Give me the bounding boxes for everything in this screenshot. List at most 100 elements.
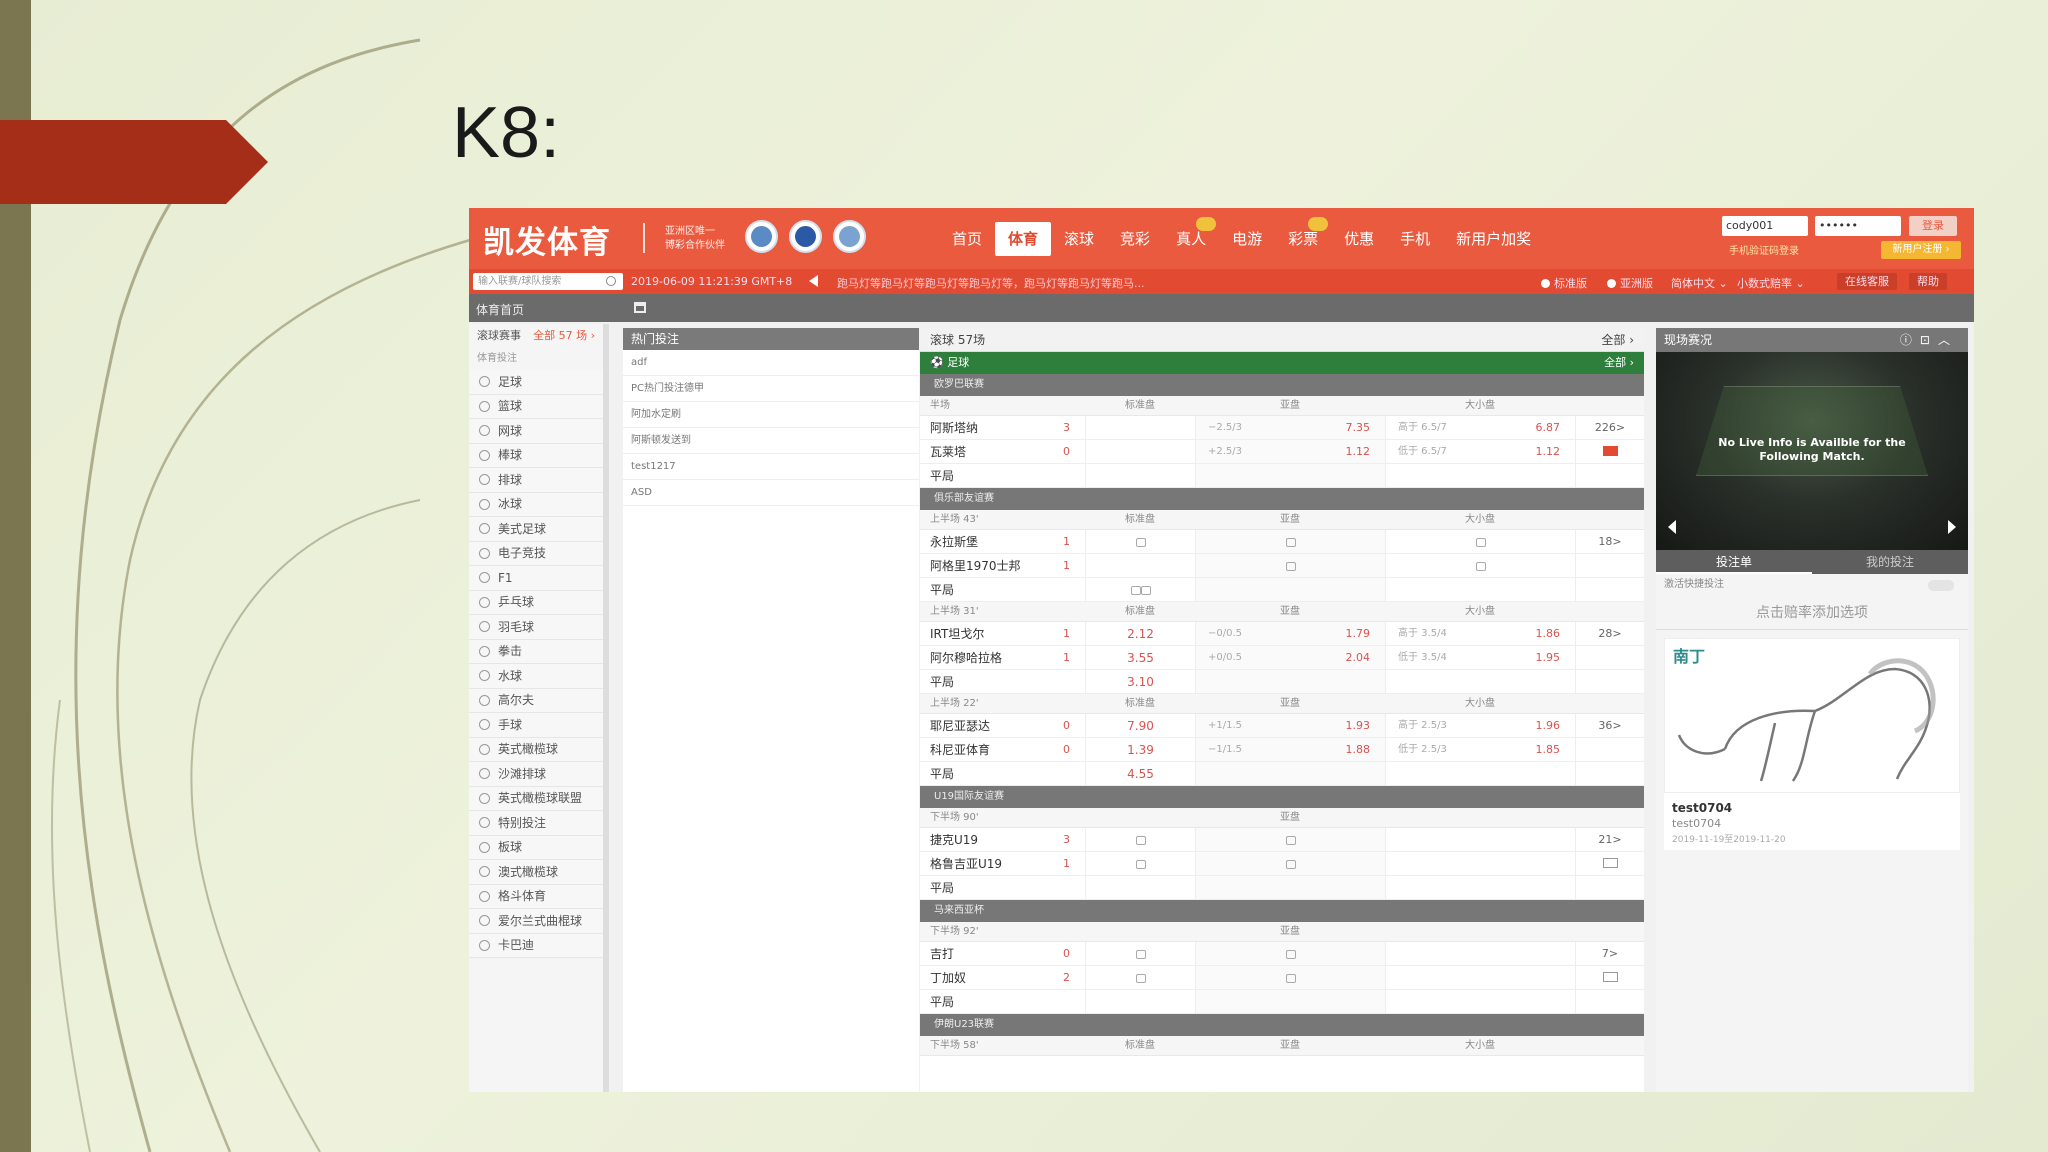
odds-over-under[interactable] xyxy=(1385,990,1575,1013)
odds-1x2[interactable] xyxy=(1085,530,1195,553)
odds-1x2[interactable] xyxy=(1085,828,1195,851)
hot-bet-item[interactable]: adf xyxy=(623,350,919,376)
sidebar-item-sport[interactable]: 美式足球 xyxy=(469,517,603,542)
odds-over-under[interactable] xyxy=(1385,852,1575,875)
more-markets[interactable]: 28> xyxy=(1575,622,1644,645)
hot-bet-item[interactable]: PC热门投注德甲 xyxy=(623,376,919,402)
odds-over-under[interactable] xyxy=(1385,762,1575,785)
odds-over-under[interactable]: 低于 6.5/7 1.12 xyxy=(1385,440,1575,463)
odds-handicap[interactable] xyxy=(1195,762,1385,785)
standard-version-radio[interactable]: 标准版 xyxy=(1541,275,1587,291)
more-markets[interactable] xyxy=(1575,554,1644,577)
sidebar-item-sport[interactable]: 足球 xyxy=(469,370,603,395)
sidebar-item-sport[interactable]: 高尔夫 xyxy=(469,688,603,713)
sidebar-item-sport[interactable]: 拳击 xyxy=(469,639,603,664)
search-input[interactable]: 输入联赛/球队搜索 xyxy=(473,273,623,290)
nav-item[interactable]: 首页 xyxy=(939,222,995,256)
odds-handicap[interactable]: +2.5/3 1.12 xyxy=(1195,440,1385,463)
live-stream-icon[interactable] xyxy=(1602,446,1618,456)
sidebar-item-sport[interactable]: 澳式橄榄球 xyxy=(469,860,603,885)
league-header[interactable]: 伊朗U23联赛 xyxy=(920,1014,1644,1036)
info-icon[interactable]: ⓘ xyxy=(1900,333,1920,347)
nav-item[interactable]: 优惠 xyxy=(1331,222,1387,256)
username-input[interactable]: cody001 xyxy=(1722,216,1808,236)
odds-over-under[interactable] xyxy=(1385,942,1575,965)
nav-item[interactable]: 竞彩 xyxy=(1107,222,1163,256)
odds-over-under[interactable] xyxy=(1385,828,1575,851)
sidebar-item-sport[interactable]: 乒乓球 xyxy=(469,590,603,615)
odds-handicap[interactable] xyxy=(1195,990,1385,1013)
more-markets[interactable] xyxy=(1575,990,1644,1013)
more-markets[interactable] xyxy=(1575,966,1644,989)
promo-card[interactable]: 南丁 test0704 test0704 2019-11-19至2019-11-… xyxy=(1664,638,1960,850)
sidebar-item-sport[interactable]: 羽毛球 xyxy=(469,615,603,640)
live-stream-icon[interactable] xyxy=(1602,972,1618,982)
breadcrumb-title[interactable]: 体育首页 xyxy=(476,301,524,318)
more-markets[interactable]: 36> xyxy=(1575,714,1644,737)
more-markets[interactable]: 226> xyxy=(1575,416,1644,439)
live-events-count[interactable]: 全部 57 场 › xyxy=(533,324,595,348)
sidebar-item-sport[interactable]: 板球 xyxy=(469,835,603,860)
sidebar-item-sport[interactable]: 篮球 xyxy=(469,394,603,419)
search-icon[interactable] xyxy=(606,276,616,286)
sidebar-item-sport[interactable]: 网球 xyxy=(469,419,603,444)
asian-version-radio[interactable]: 亚洲版 xyxy=(1607,275,1653,291)
odds-1x2[interactable] xyxy=(1085,852,1195,875)
sidebar-item-sport[interactable]: 排球 xyxy=(469,468,603,493)
sidebar-item-sport[interactable]: 沙滩排球 xyxy=(469,762,603,787)
login-button[interactable]: 登录 xyxy=(1909,216,1957,236)
live-chat-button[interactable]: 在线客服 xyxy=(1837,273,1897,290)
odds-over-under[interactable] xyxy=(1385,578,1575,601)
odds-over-under[interactable]: 低于 2.5/3 1.85 xyxy=(1385,738,1575,761)
sidebar-item-sport[interactable]: 英式橄榄球联盟 xyxy=(469,786,603,811)
odds-1x2[interactable]: 4.55 xyxy=(1085,762,1195,785)
collapse-icon[interactable]: ︿ xyxy=(1938,333,1958,347)
odds-1x2[interactable]: 2.12 xyxy=(1085,622,1195,645)
odds-over-under[interactable] xyxy=(1385,966,1575,989)
live-stream-icon[interactable] xyxy=(1602,858,1618,868)
odds-handicap[interactable] xyxy=(1195,554,1385,577)
sidebar-item-sport[interactable]: 爱尔兰式曲棍球 xyxy=(469,909,603,934)
live-all-link[interactable]: 全部 › xyxy=(1601,328,1634,351)
more-markets[interactable]: 21> xyxy=(1575,828,1644,851)
sidebar-item-sport[interactable]: 水球 xyxy=(469,664,603,689)
odds-1x2[interactable]: 3.55 xyxy=(1085,646,1195,669)
odds-handicap[interactable] xyxy=(1195,464,1385,487)
more-markets[interactable] xyxy=(1575,440,1644,463)
register-button[interactable]: 新用户注册 › xyxy=(1881,241,1961,259)
odds-handicap[interactable] xyxy=(1195,670,1385,693)
more-markets[interactable] xyxy=(1575,646,1644,669)
league-header[interactable]: 欧罗巴联赛 xyxy=(920,374,1644,396)
more-markets[interactable]: 7> xyxy=(1575,942,1644,965)
odds-format-select[interactable]: 小数式赔率 ⌄ xyxy=(1737,275,1805,291)
odds-over-under[interactable] xyxy=(1385,530,1575,553)
more-markets[interactable] xyxy=(1575,852,1644,875)
league-header[interactable]: 俱乐部友谊赛 xyxy=(920,488,1644,510)
football-all-link[interactable]: 全部 › xyxy=(1604,352,1634,374)
site-logo[interactable]: 凯发体育 xyxy=(483,217,611,262)
odds-handicap[interactable] xyxy=(1195,852,1385,875)
hot-bet-item[interactable]: 阿斯顿发送到 xyxy=(623,428,919,454)
next-arrow-icon[interactable] xyxy=(1948,520,1956,534)
more-markets[interactable] xyxy=(1575,876,1644,899)
nav-item[interactable]: 真人 xyxy=(1163,217,1219,256)
odds-over-under[interactable]: 高于 2.5/3 1.96 xyxy=(1385,714,1575,737)
sidebar-item-sport[interactable]: 格斗体育 xyxy=(469,884,603,909)
odds-1x2[interactable] xyxy=(1085,966,1195,989)
odds-handicap[interactable] xyxy=(1195,530,1385,553)
sidebar-item-sport[interactable]: 英式橄榄球 xyxy=(469,737,603,762)
help-button[interactable]: 帮助 xyxy=(1909,273,1947,290)
odds-handicap[interactable] xyxy=(1195,578,1385,601)
odds-1x2[interactable] xyxy=(1085,942,1195,965)
odds-handicap[interactable] xyxy=(1195,828,1385,851)
sidebar-item-sport[interactable]: 手球 xyxy=(469,713,603,738)
password-input[interactable]: •••••• xyxy=(1815,216,1901,236)
odds-handicap[interactable] xyxy=(1195,876,1385,899)
sidebar-item-sport[interactable]: 特别投注 xyxy=(469,811,603,836)
more-markets[interactable] xyxy=(1575,762,1644,785)
odds-handicap[interactable]: +0/0.5 2.04 xyxy=(1195,646,1385,669)
live-events-header[interactable]: 滚球赛事 全部 57 场 › xyxy=(469,324,603,348)
sidebar-item-sport[interactable]: 冰球 xyxy=(469,492,603,517)
odds-handicap[interactable] xyxy=(1195,966,1385,989)
sidebar-item-sport[interactable]: 卡巴迪 xyxy=(469,933,603,958)
